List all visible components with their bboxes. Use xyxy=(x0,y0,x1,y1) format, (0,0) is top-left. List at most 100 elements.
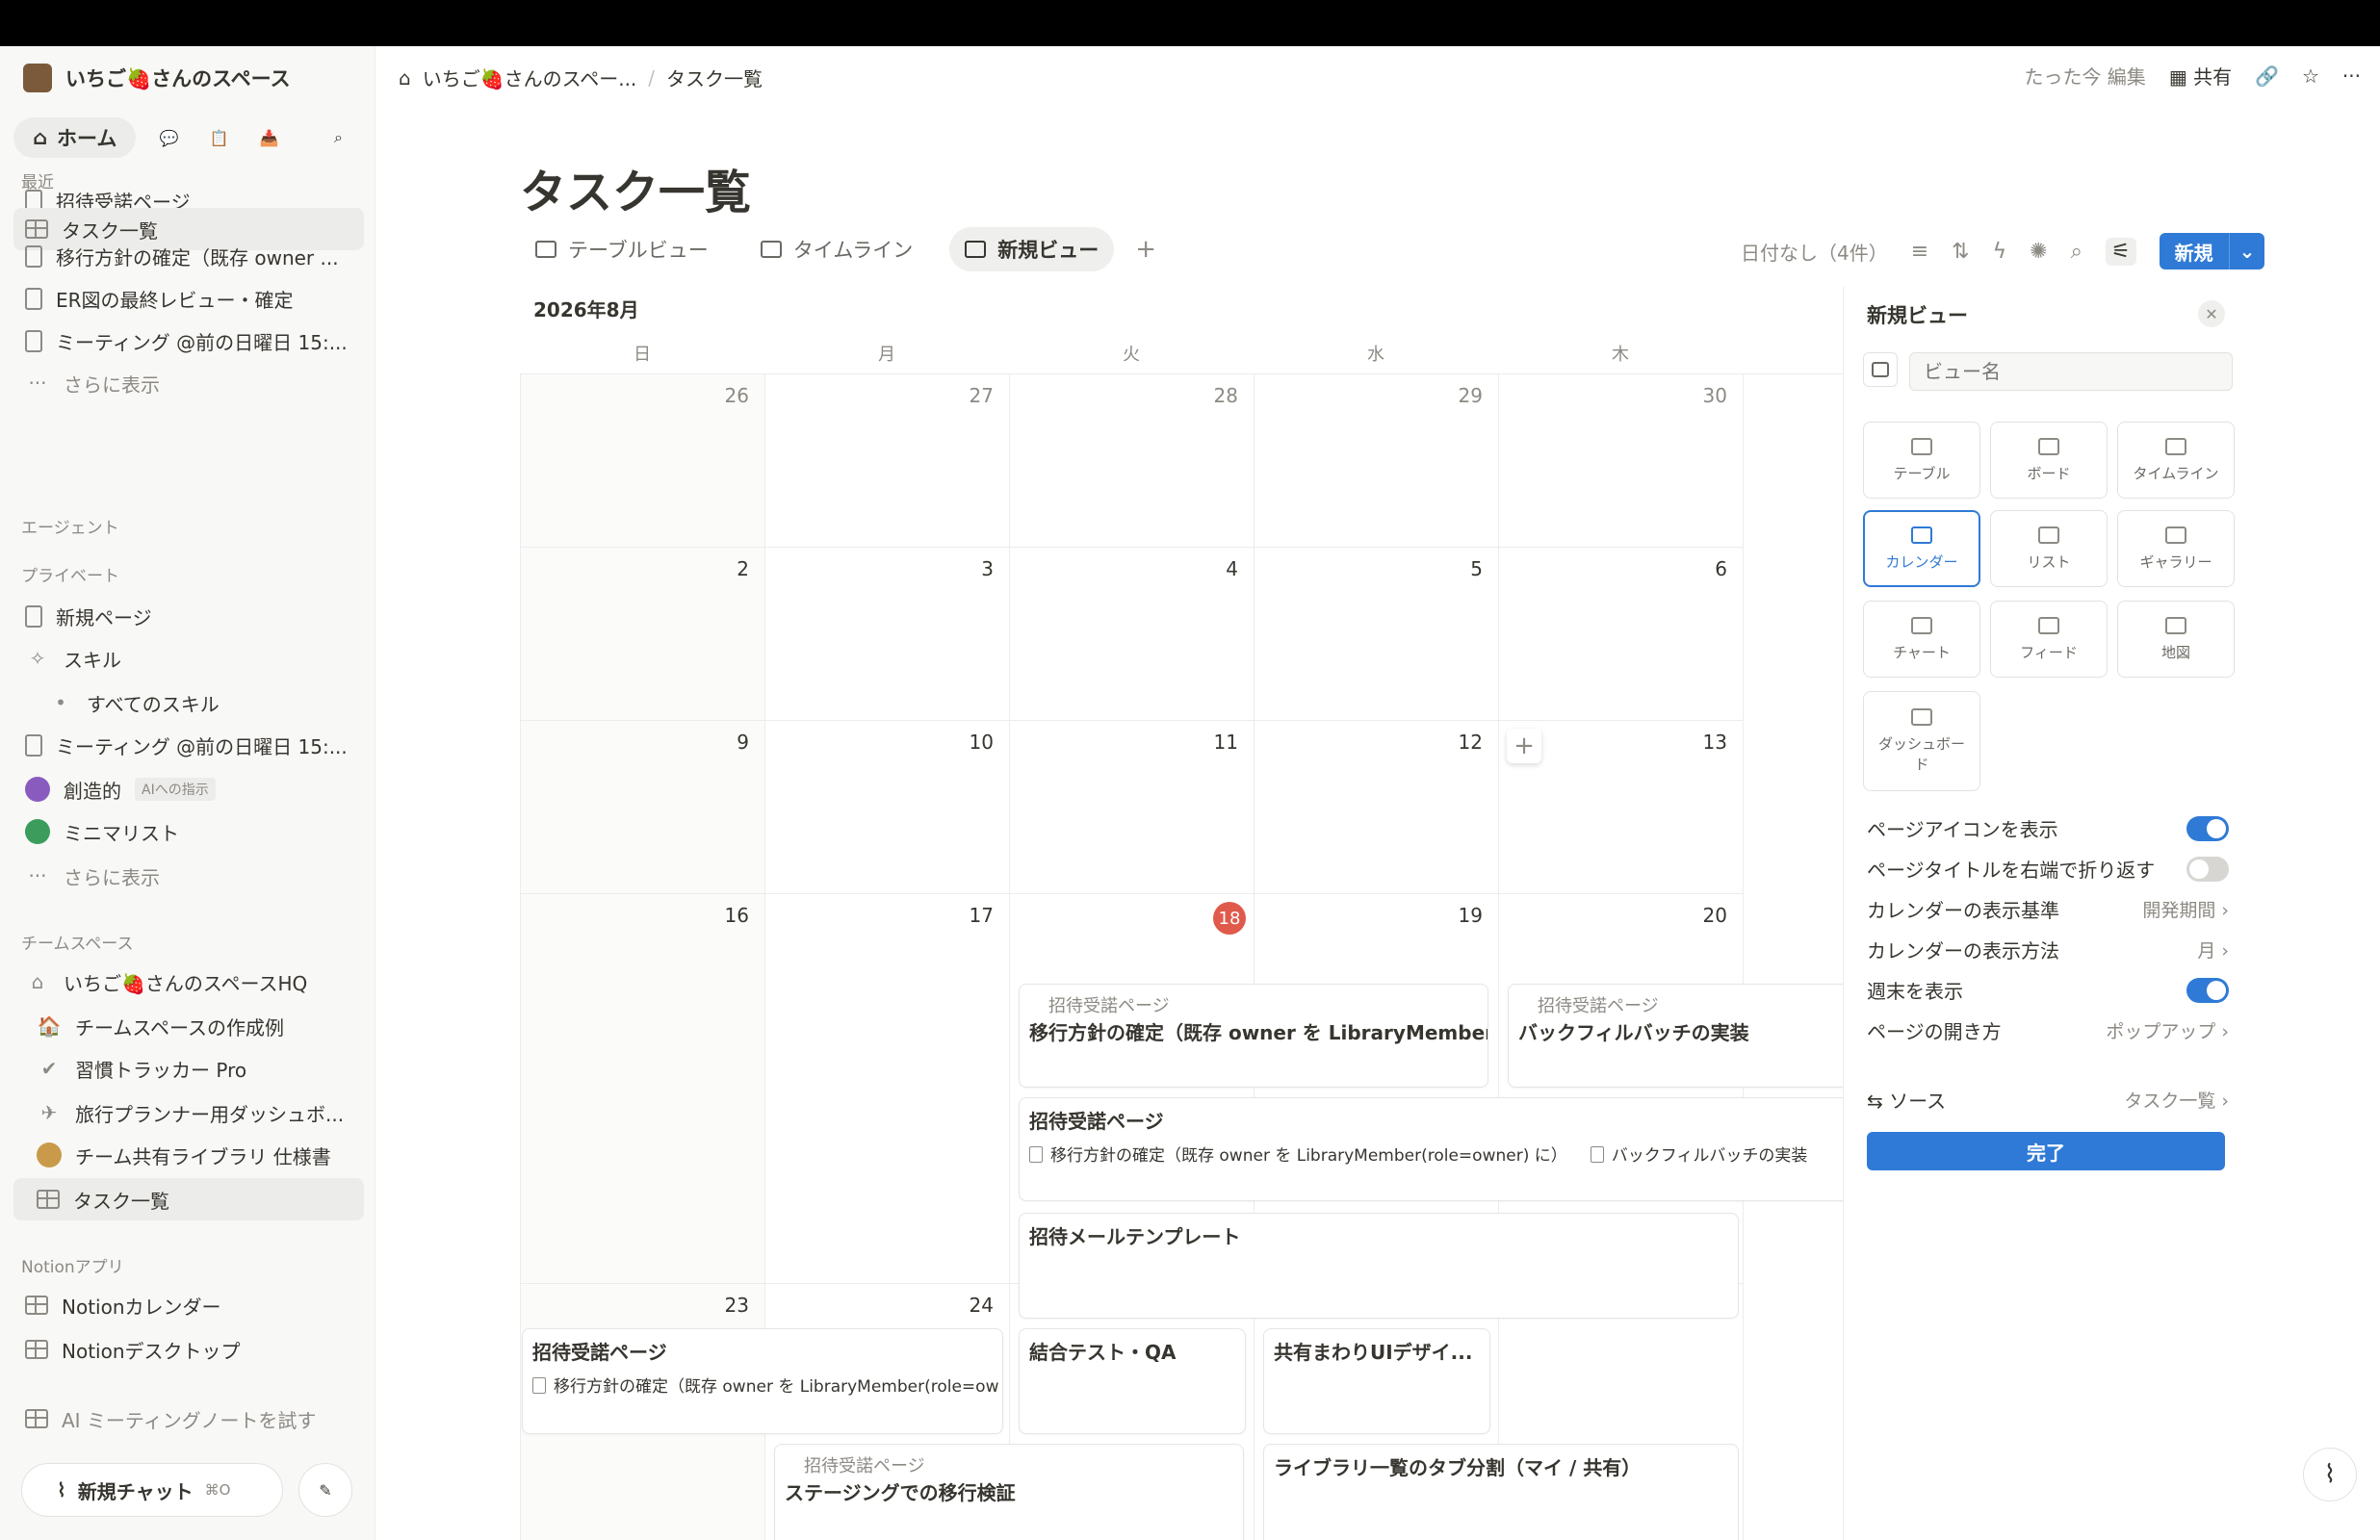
show-icon-toggle[interactable] xyxy=(2186,815,2229,841)
done-button[interactable]: 完了 xyxy=(1867,1132,2225,1170)
sidebar-item-meeting[interactable]: ミーティング @前の日曜日 15:... xyxy=(13,320,364,362)
calendar-day[interactable]: 3 xyxy=(764,547,1009,720)
compose-button[interactable]: ✎ xyxy=(298,1463,352,1517)
calendar-day[interactable]: 27 xyxy=(764,373,1009,547)
view-type-map[interactable]: 地図 xyxy=(2117,601,2235,678)
event-card[interactable]: 招待メールテンプレート xyxy=(1019,1213,1739,1319)
sidebar-item-er-review[interactable]: ER図の最終レビュー・確定 xyxy=(13,277,364,320)
view-name-input[interactable] xyxy=(1909,352,2233,391)
sidebar-item-travel[interactable]: ✈ 旅行プランナー用ダッシュボ... xyxy=(13,1091,364,1134)
sidebar-more-recent[interactable]: ··· さらに表示 xyxy=(13,362,364,404)
new-chat-button[interactable]: ⌇ 新規チャット ⌘O xyxy=(21,1463,283,1517)
search-icon[interactable]: ⌕ xyxy=(2071,240,2082,264)
calendar-day[interactable]: 17 xyxy=(764,893,1009,1283)
search-icon[interactable]: ⌕ xyxy=(321,120,355,155)
option-open-as[interactable]: ページの開き方 ポップアップ › xyxy=(1867,1016,2229,1044)
tab-timeline[interactable]: タイムライン xyxy=(745,227,929,271)
breadcrumb-workspace[interactable]: いちご🍓さんのスペー... xyxy=(423,64,637,91)
event-card[interactable]: 招待受諾ページ バックフィルバッチの実装 xyxy=(1508,984,1866,1088)
sidebar-item-task-list-team[interactable]: タスク一覧 xyxy=(13,1178,364,1220)
sidebar-item-hq[interactable]: ⌂ いちご🍓さんのスペースHQ xyxy=(13,961,364,1003)
view-type-chart[interactable]: チャート xyxy=(1863,601,1980,678)
breadcrumb-page[interactable]: タスク一覧 xyxy=(666,64,763,91)
calendar-day[interactable]: 30 xyxy=(1498,373,1743,547)
view-type-timeline[interactable]: タイムライン xyxy=(2117,422,2235,499)
add-event-icon[interactable]: + xyxy=(1507,729,1541,763)
chevron-down-icon[interactable]: ⌄ xyxy=(2228,233,2265,270)
sidebar-item-migration[interactable]: 移行方針の確定（既存 owner ... xyxy=(13,235,364,277)
calendar-day[interactable]: 2 xyxy=(520,547,764,720)
event-card[interactable]: 招待受諾ページ 移行方針の確定（既存 owner を LibraryMember.… xyxy=(1019,984,1488,1088)
event-card[interactable]: 招待受諾ページ 移行方針の確定（既存 owner を LibraryMember(… xyxy=(522,1328,1003,1434)
calendar-day[interactable]: 6 xyxy=(1498,547,1743,720)
settings-icon[interactable]: ⚟ xyxy=(2105,237,2136,266)
tab-table-view[interactable]: テーブルビュー xyxy=(520,227,724,271)
calendar-day[interactable]: 26 xyxy=(520,373,764,547)
option-source[interactable]: ⇆ ソース タスク一覧 › xyxy=(1867,1086,2229,1114)
automation-icon[interactable]: ϟ xyxy=(1993,240,2007,264)
calendar-day[interactable]: 12 xyxy=(1254,720,1498,893)
sidebar-item-skill[interactable]: ✧ スキル xyxy=(13,637,364,680)
ai-assistant-icon[interactable]: ⌇ xyxy=(2303,1448,2357,1502)
sidebar-item-creative[interactable]: 創造的 AIへの指示 xyxy=(13,768,364,810)
home-button[interactable]: ⌂ ホーム xyxy=(13,117,137,158)
view-icon-picker[interactable] xyxy=(1863,352,1898,387)
meeting-notes-icon[interactable]: 📋 xyxy=(201,120,236,155)
option-show-icon[interactable]: ページアイコンを表示 xyxy=(1867,814,2229,842)
sidebar-item-notion-calendar[interactable]: Notionカレンダー xyxy=(13,1284,364,1326)
option-weekends[interactable]: 週末を表示 xyxy=(1867,976,2229,1004)
calendar-day[interactable]: 4 xyxy=(1009,547,1254,720)
close-icon[interactable]: ✕ xyxy=(2198,300,2225,327)
sidebar-item-habit[interactable]: ✔ 習慣トラッカー Pro xyxy=(13,1047,364,1090)
option-calendar-mode[interactable]: カレンダーの表示方法 月 › xyxy=(1867,936,2229,963)
chat-icon[interactable]: 💬 xyxy=(151,120,186,155)
event-subitem[interactable]: 移行方針の確定（既存 owner を LibraryMember(role=ow xyxy=(532,1373,999,1397)
loading-icon[interactable]: ✺ xyxy=(2030,240,2047,264)
event-card[interactable]: 招待受諾ページ 移行方針の確定（既存 owner を LibraryMember(… xyxy=(1019,1097,1866,1201)
filter-icon[interactable]: ≡ xyxy=(1911,240,1928,264)
inbox-icon[interactable]: 📥 xyxy=(251,120,286,155)
wrap-title-toggle[interactable] xyxy=(2186,856,2229,882)
calendar-day[interactable]: 16 xyxy=(520,893,764,1283)
calendar-day[interactable]: 28 xyxy=(1009,373,1254,547)
event-card[interactable]: 招待受諾ページ ステージングでの移行検証 xyxy=(774,1444,1244,1540)
add-view-icon[interactable]: + xyxy=(1135,235,1156,264)
tab-new-view[interactable]: 新規ビュー xyxy=(949,227,1115,271)
calendar-day[interactable]: 9 xyxy=(520,720,764,893)
sort-icon[interactable]: ⇅ xyxy=(1952,240,1969,264)
view-type-calendar[interactable]: カレンダー xyxy=(1863,510,1980,587)
calendar-day[interactable]: +13 xyxy=(1498,720,1743,893)
page-title[interactable]: タスク一覧 xyxy=(520,154,751,221)
sidebar-item-new-page[interactable]: 新規ページ xyxy=(13,595,364,637)
view-type-board[interactable]: ボード xyxy=(1990,422,2108,499)
no-date-button[interactable]: 日付なし（4件） xyxy=(1741,238,1888,266)
option-calendar-basis[interactable]: カレンダーの表示基準 開発期間 › xyxy=(1867,895,2229,923)
new-button[interactable]: 新規 ⌄ xyxy=(2159,233,2265,270)
weekends-toggle[interactable] xyxy=(2186,977,2229,1003)
link-icon[interactable]: 🔗 xyxy=(2255,64,2279,88)
event-card[interactable]: 共有まわりUIデザイ... xyxy=(1263,1328,1490,1434)
sidebar-item-ai-meeting[interactable]: AI ミーティングノートを試す xyxy=(13,1398,364,1440)
sidebar-item-all-skills[interactable]: • すべてのスキル xyxy=(13,681,364,724)
view-type-table[interactable]: テーブル xyxy=(1863,422,1980,499)
event-subitem[interactable]: バックフィルバッチの実装 xyxy=(1591,1142,1808,1166)
calendar-day[interactable]: 5 xyxy=(1254,547,1498,720)
view-type-list[interactable]: リスト xyxy=(1990,510,2108,587)
option-wrap-title[interactable]: ページタイトルを右端で折り返す xyxy=(1867,855,2229,883)
calendar-day[interactable]: 11 xyxy=(1009,720,1254,893)
event-card[interactable]: ライブラリ一覧のタブ分割（マイ / 共有） xyxy=(1263,1444,1739,1540)
sidebar-more-private[interactable]: ··· さらに表示 xyxy=(13,855,364,897)
view-type-dashboard[interactable]: ダッシュボード xyxy=(1863,691,1980,791)
sidebar-item-library-spec[interactable]: チーム共有ライブラリ 仕様書 xyxy=(13,1134,364,1176)
share-button[interactable]: ▦ 共有 xyxy=(2169,62,2232,90)
workspace-switcher[interactable]: いちご🍓さんのスペース xyxy=(23,64,291,92)
event-card[interactable]: 結合テスト・QA xyxy=(1019,1328,1246,1434)
view-type-feed[interactable]: フィード xyxy=(1990,601,2108,678)
sidebar-item-teamspace-example[interactable]: 🏠 チームスペースの作成例 xyxy=(13,1005,364,1047)
calendar-day[interactable]: 29 xyxy=(1254,373,1498,547)
star-icon[interactable]: ☆ xyxy=(2302,64,2319,88)
more-icon[interactable]: ··· xyxy=(2342,64,2361,88)
sidebar-item-notion-desktop[interactable]: Notionデスクトップ xyxy=(13,1328,364,1371)
calendar-day[interactable]: 10 xyxy=(764,720,1009,893)
event-subitem[interactable]: 移行方針の確定（既存 owner を LibraryMember(role=ow… xyxy=(1029,1142,1567,1166)
